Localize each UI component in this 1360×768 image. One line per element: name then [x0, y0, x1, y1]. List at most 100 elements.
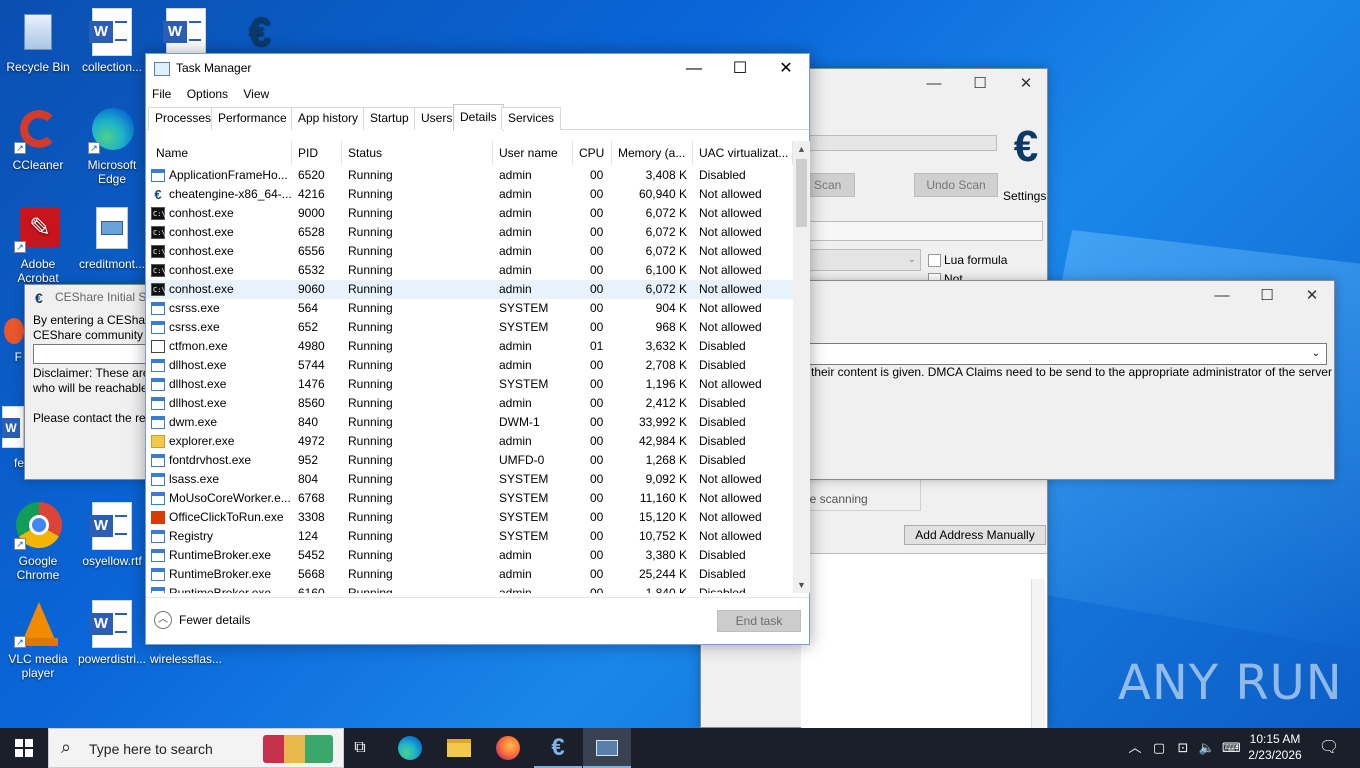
desktop-icon-osyellow[interactable]: W osyellow.rtf [74, 502, 150, 568]
cell-memory: 6,072 K [645, 225, 687, 239]
task-manager-window[interactable]: Task Manager — ☐ ✕ File Options View Pro… [145, 53, 810, 645]
process-table[interactable]: Name PID Status User name CPU Memory (a... UAC… [146, 141, 793, 593]
notification-icon[interactable]: 🗨 [1314, 728, 1344, 768]
table-row[interactable]: OfficeClickToRun.exe 3308 Running SYSTEM 00 1… [146, 508, 793, 527]
close-button[interactable]: ✕ [1003, 69, 1049, 99]
server-select[interactable]: ⌄ [791, 343, 1327, 365]
desktop-icon-creditmont[interactable]: creditmont... [74, 205, 150, 271]
desktop-icon-partial-f[interactable]: F [0, 316, 26, 364]
desktop-icon-edge[interactable]: ↗ Microsoft Edge [74, 106, 150, 186]
lua-formula-checkbox[interactable] [928, 254, 941, 267]
table-row[interactable]: ApplicationFrameHo... 6520 Running admin 00 3… [146, 166, 793, 185]
desktop-icon-recycle-bin[interactable]: Recycle Bin [0, 8, 76, 74]
taskbar-firefox-icon[interactable] [484, 728, 532, 768]
vertical-scrollbar[interactable]: ▲ ▼ [793, 141, 810, 593]
desktop-icon-collection[interactable]: W collection... [74, 8, 150, 74]
start-button[interactable] [0, 728, 48, 768]
minimize-button[interactable]: — [671, 54, 717, 84]
desktop-icon-vlc[interactable]: ↗ VLC media player [0, 600, 76, 680]
table-row[interactable]: conhost.exe 6556 Running admin 00 6,072 K Not … [146, 242, 793, 262]
menu-view[interactable]: View [243, 84, 269, 104]
scroll-thumb[interactable] [796, 159, 807, 227]
taskbar-explorer-icon[interactable] [435, 728, 483, 768]
table-row[interactable]: Registry 124 Running SYSTEM 00 10,752 K Not al… [146, 527, 793, 546]
cell-name: conhost.exe [169, 225, 234, 239]
tab-startup[interactable]: Startup [363, 107, 416, 130]
task-view-button[interactable]: ⧉ [336, 728, 384, 768]
table-row[interactable]: dllhost.exe 8560 Running admin 00 2,412 K Disa… [146, 394, 793, 413]
taskbar-search[interactable]: ⌕ Type here to search [48, 728, 344, 768]
volume-icon[interactable]: 🔈 [1198, 728, 1216, 768]
column-header-col-pid[interactable]: PID [292, 141, 342, 165]
chevron-up-icon[interactable]: ︿ [154, 611, 172, 629]
maximize-button[interactable]: ☐ [957, 69, 1003, 99]
taskbar-edge-icon[interactable] [386, 728, 434, 768]
column-header-col-status[interactable]: Status [342, 141, 493, 165]
desktop-icon-acrobat[interactable]: ✎ ↗ Adobe Acrobat [0, 205, 76, 285]
table-row[interactable]: RuntimeBroker.exe 6160 Running admin 00 1,840… [146, 584, 793, 593]
scroll-down-arrow[interactable]: ▼ [793, 577, 810, 593]
table-row[interactable]: explorer.exe 4972 Running admin 00 42,984 K Di… [146, 432, 793, 451]
tab-details[interactable]: Details [453, 104, 504, 131]
cheat-engine-logo[interactable]: € [1003, 119, 1049, 179]
table-row[interactable]: RuntimeBroker.exe 5452 Running admin 00 3,380… [146, 546, 793, 565]
desktop-icon-partial-fe[interactable]: W fe [0, 404, 26, 470]
column-header-col-name[interactable]: Name [146, 141, 292, 165]
table-row[interactable]: conhost.exe 6528 Running admin 00 6,072 K Not … [146, 223, 793, 243]
column-header-col-user-name[interactable]: User name [493, 141, 573, 165]
tab-services[interactable]: Services [501, 107, 562, 130]
taskbar-cheat-engine-icon[interactable]: € [534, 728, 582, 768]
table-row[interactable]: csrss.exe 564 Running SYSTEM 00 904 K Not allo… [146, 299, 793, 318]
tab-app-history[interactable]: App history [291, 107, 366, 130]
table-row[interactable]: dllhost.exe 5744 Running admin 00 2,708 K Disa… [146, 356, 793, 375]
table-row[interactable]: dwm.exe 840 Running DWM-1 00 33,992 K Disabled [146, 413, 793, 432]
table-row[interactable]: fontdrvhost.exe 952 Running UMFD-0 00 1,268 K… [146, 451, 793, 470]
title-bar[interactable]: Task Manager — ☐ ✕ [146, 54, 809, 84]
scan-type-select[interactable]: ⌄ [801, 249, 921, 271]
taskbar-task-manager-icon[interactable] [583, 728, 631, 768]
table-row[interactable]: conhost.exe 6532 Running admin 00 6,100 K Not … [146, 261, 793, 281]
table-row[interactable]: ctfmon.exe 4980 Running admin 01 3,632 K Disab… [146, 337, 793, 356]
table-row[interactable]: dllhost.exe 1476 Running SYSTEM 00 1,196 K Not… [146, 375, 793, 394]
address-list[interactable] [801, 553, 1047, 729]
table-row[interactable]: conhost.exe 9000 Running admin 00 6,072 K Not … [146, 204, 793, 224]
desktop-icon-ccleaner[interactable]: ↗ CCleaner [0, 106, 76, 172]
menu-options[interactable]: Options [187, 84, 228, 104]
table-row[interactable]: € cheatengine-x86_64-... 4216 Running admin 0… [146, 185, 793, 204]
table-row[interactable]: MoUsoCoreWorker.e... 6768 Running SYSTEM 00 1… [146, 489, 793, 508]
value-input[interactable] [801, 221, 1043, 241]
network-icon[interactable]: ⊡ [1174, 728, 1192, 768]
table-row[interactable]: conhost.exe 9060 Running admin 00 6,072 K Not … [146, 280, 793, 300]
settings-label[interactable]: Settings [1003, 189, 1046, 203]
cell-pid: 4980 [298, 339, 325, 353]
minimize-button[interactable]: — [911, 69, 957, 99]
table-row[interactable]: lsass.exe 804 Running SYSTEM 00 9,092 K Not al… [146, 470, 793, 489]
ceshare-window[interactable]: — ☐ ✕ ⌄ their content is given. DMCA Cla… [760, 280, 1335, 480]
tab-performance[interactable]: Performance [211, 107, 294, 130]
tray-app-icon[interactable]: ▢ [1150, 728, 1168, 768]
keyboard-icon[interactable]: ⌨ [1222, 728, 1241, 768]
minimize-button[interactable]: — [1199, 281, 1245, 311]
desktop-icon-powerdistri[interactable]: W powerdistri... [74, 600, 150, 666]
column-header-col-cpu[interactable]: CPU [573, 141, 612, 165]
column-header-col-memory[interactable]: Memory (a... [612, 141, 693, 165]
close-button[interactable]: ✕ [763, 54, 809, 84]
close-button[interactable]: ✕ [1289, 281, 1335, 311]
clock[interactable]: 10:15 AM 2/23/2026 [1244, 731, 1306, 763]
maximize-button[interactable]: ☐ [717, 54, 763, 84]
end-task-button[interactable]: End task [717, 610, 801, 632]
add-address-manually-button[interactable]: Add Address Manually [904, 525, 1046, 545]
menu-file[interactable]: File [152, 84, 171, 104]
table-row[interactable]: RuntimeBroker.exe 5668 Running admin 00 25,24… [146, 565, 793, 584]
table-row[interactable]: csrss.exe 652 Running SYSTEM 00 968 K Not allo… [146, 318, 793, 337]
column-header-col-uac[interactable]: UAC virtualizat... [693, 141, 793, 165]
tab-processes[interactable]: Processes [148, 107, 219, 130]
show-hidden-icons-button[interactable]: ︿ [1126, 728, 1144, 768]
undo-scan-button[interactable]: Undo Scan [914, 173, 998, 197]
desktop-icon-chrome[interactable]: ↗ Google Chrome [0, 502, 76, 582]
fewer-details-link[interactable]: Fewer details [179, 613, 250, 627]
maximize-button[interactable]: ☐ [1244, 281, 1290, 311]
address-list-scrollbar[interactable] [1031, 579, 1045, 729]
scroll-up-arrow[interactable]: ▲ [793, 141, 810, 157]
desktop-icon-label: osyellow.rtf [82, 554, 142, 568]
